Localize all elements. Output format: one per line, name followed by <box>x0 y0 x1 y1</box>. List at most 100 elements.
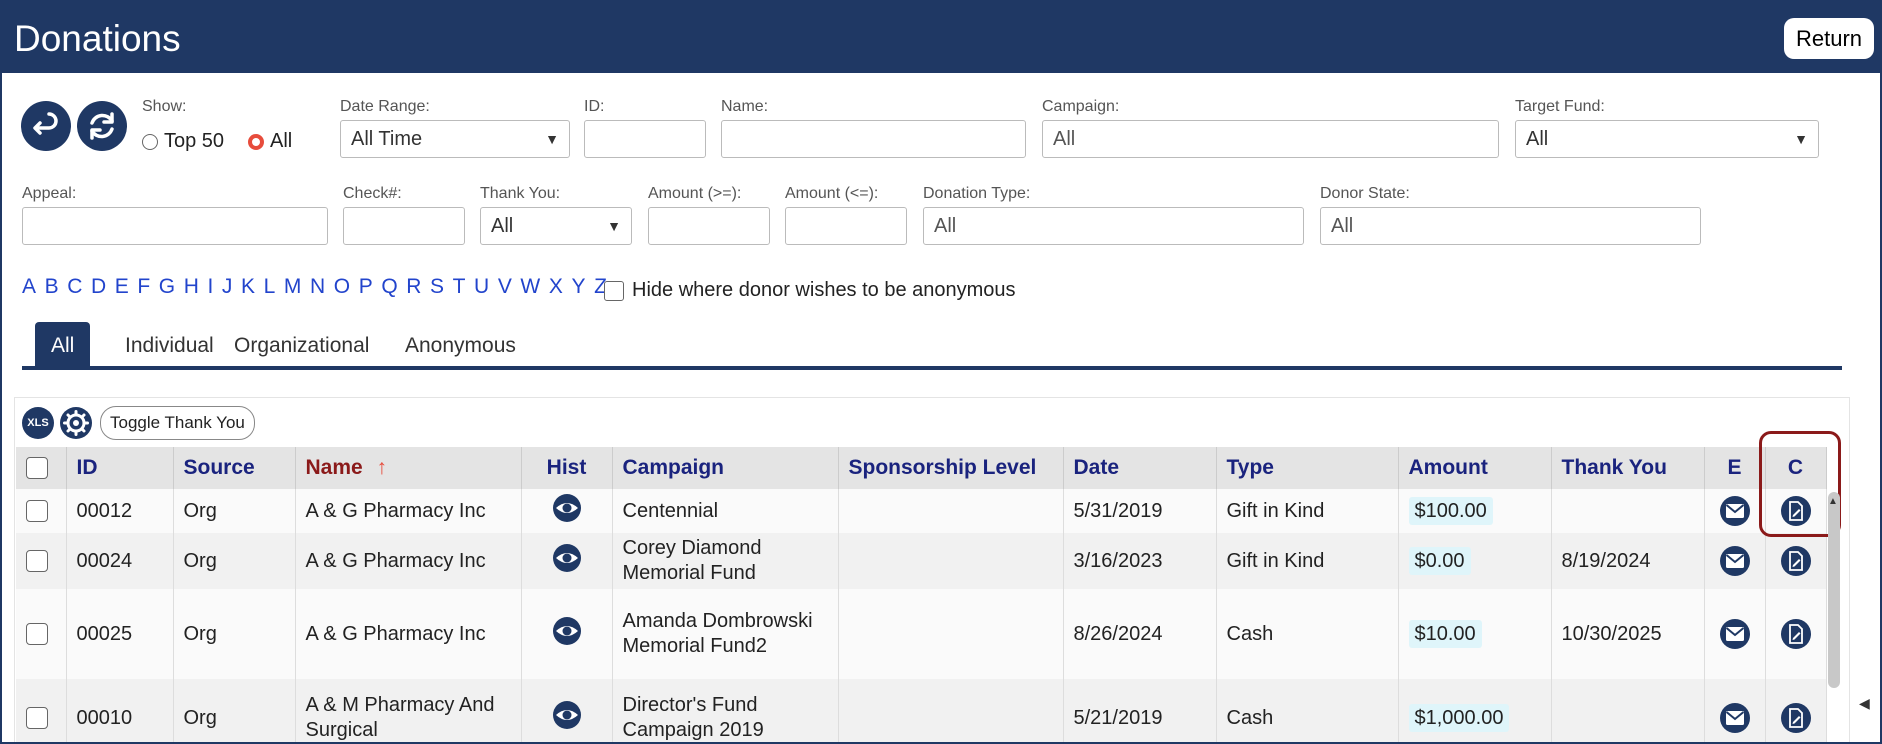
settings-gear-icon[interactable] <box>60 407 92 439</box>
col-sponsorship-level[interactable]: Sponsorship Level <box>838 447 1064 489</box>
col-source[interactable]: Source <box>173 447 296 489</box>
alpha-letter-d[interactable]: D <box>91 275 106 299</box>
alpha-letter-q[interactable]: Q <box>381 275 397 299</box>
row-select-checkbox[interactable] <box>26 500 48 523</box>
cell-campaign: Corey Diamond Memorial Fund <box>612 533 839 589</box>
cell-amount: $1,000.00 <box>1398 679 1552 742</box>
campaign-input[interactable]: All <box>1042 120 1499 158</box>
table-row[interactable]: 00025 Org A & G Pharmacy Inc Amanda Dombrow… <box>16 589 1827 679</box>
alpha-letter-t[interactable]: T <box>453 275 466 299</box>
row-select-checkbox[interactable] <box>26 707 48 730</box>
alpha-letter-w[interactable]: W <box>520 275 540 299</box>
tab-anonymous[interactable]: Anonymous <box>389 322 532 370</box>
select-all-header[interactable] <box>16 447 67 489</box>
appeal-input[interactable] <box>22 207 328 245</box>
alpha-letter-y[interactable]: Y <box>571 275 585 299</box>
show-all-radio[interactable]: All <box>248 130 292 153</box>
donor-state-input[interactable]: All <box>1320 207 1701 245</box>
refresh-button[interactable] <box>77 101 127 151</box>
date-range-value: All Time <box>351 127 423 150</box>
cell-hist[interactable] <box>521 679 613 742</box>
alpha-letter-v[interactable]: V <box>498 275 512 299</box>
scroll-left-arrow-icon[interactable]: ◀ <box>1859 695 1870 712</box>
alpha-letter-h[interactable]: H <box>184 275 199 299</box>
alpha-letter-k[interactable]: K <box>241 275 255 299</box>
col-thank-you[interactable]: Thank You <box>1551 447 1705 489</box>
alpha-letter-g[interactable]: G <box>159 275 175 299</box>
target-fund-label: Target Fund: <box>1515 98 1605 115</box>
thank-you-select[interactable]: All ▼ <box>480 207 632 245</box>
certificate-button[interactable] <box>1780 703 1811 733</box>
col-name[interactable]: Name ↑ <box>295 447 522 489</box>
cell-name[interactable]: A & M Pharmacy And Surgical <box>295 679 522 742</box>
row-select-checkbox[interactable] <box>26 623 48 646</box>
table-row[interactable]: 00010 Org A & M Pharmacy And Surgical Direc… <box>16 679 1827 742</box>
alpha-letter-i[interactable]: I <box>207 275 213 299</box>
date-range-select[interactable]: All Time ▼ <box>340 120 570 158</box>
col-campaign[interactable]: Campaign <box>612 447 839 489</box>
certificate-button[interactable] <box>1780 546 1811 576</box>
donation-type-value: All <box>934 214 957 237</box>
show-all-label: All <box>270 130 293 152</box>
alpha-letter-u[interactable]: U <box>474 275 489 299</box>
cell-sponsorship-level <box>838 489 1064 533</box>
scroll-up-arrow-icon[interactable]: ▲ <box>1828 496 1838 507</box>
email-button[interactable] <box>1719 546 1750 576</box>
vertical-scrollbar[interactable] <box>1828 492 1840 688</box>
email-button[interactable] <box>1719 619 1750 649</box>
alpha-letter-a[interactable]: A <box>22 275 36 299</box>
col-amount[interactable]: Amount <box>1398 447 1552 489</box>
tab-all[interactable]: All <box>35 322 91 370</box>
col-type[interactable]: Type <box>1216 447 1399 489</box>
select-all-checkbox[interactable] <box>26 457 48 480</box>
alpha-letter-j[interactable]: J <box>222 275 233 299</box>
cell-campaign: Director's Fund Campaign 2019 <box>612 679 839 742</box>
alpha-letter-l[interactable]: L <box>264 275 276 299</box>
check-input[interactable] <box>343 207 465 245</box>
col-e[interactable]: E <box>1704 447 1766 489</box>
alpha-letter-e[interactable]: E <box>115 275 129 299</box>
alpha-letter-x[interactable]: X <box>549 275 563 299</box>
donation-type-input[interactable]: All <box>923 207 1304 245</box>
amount-le-input[interactable] <box>785 207 907 245</box>
cell-name[interactable]: A & G Pharmacy Inc <box>295 589 522 679</box>
back-button[interactable] <box>21 101 71 151</box>
amount-ge-input[interactable] <box>648 207 770 245</box>
alpha-letter-f[interactable]: F <box>137 275 150 299</box>
alpha-letter-c[interactable]: C <box>67 275 82 299</box>
cell-name[interactable]: A & G Pharmacy Inc <box>295 533 522 589</box>
email-button[interactable] <box>1719 703 1750 733</box>
cell-name[interactable]: A & G Pharmacy Inc <box>295 489 522 533</box>
col-id[interactable]: ID <box>66 447 174 489</box>
appeal-label: Appeal: <box>22 185 77 202</box>
xls-export-icon[interactable]: XLS <box>22 407 54 439</box>
col-date[interactable]: Date <box>1063 447 1217 489</box>
tab-individual[interactable]: Individual <box>109 322 230 370</box>
show-top50-radio[interactable]: Top 50 <box>142 130 224 153</box>
amount-ge-label: Amount (>=): <box>648 185 742 202</box>
alpha-letter-n[interactable]: N <box>310 275 325 299</box>
toggle-thank-you-button[interactable]: Toggle Thank You <box>100 406 255 440</box>
cell-hist[interactable] <box>521 533 613 589</box>
table-row[interactable]: 00012 Org A & G Pharmacy Inc Centennial 5/31… <box>16 489 1827 533</box>
col-hist[interactable]: Hist <box>521 447 613 489</box>
email-button[interactable] <box>1719 496 1750 526</box>
cell-hist[interactable] <box>521 589 613 679</box>
tab-organizational[interactable]: Organizational <box>218 322 385 370</box>
document-edit-icon <box>1788 551 1803 571</box>
name-input[interactable] <box>721 120 1026 158</box>
hide-anonymous-checkbox[interactable]: Hide where donor wishes to be anonymous <box>604 279 1016 302</box>
alpha-letter-o[interactable]: O <box>334 275 350 299</box>
alpha-letter-m[interactable]: M <box>284 275 302 299</box>
alpha-letter-b[interactable]: B <box>45 275 59 299</box>
alpha-letter-p[interactable]: P <box>359 275 373 299</box>
table-row[interactable]: 00024 Org A & G Pharmacy Inc Corey Diamond … <box>16 533 1827 589</box>
certificate-button[interactable] <box>1780 619 1811 649</box>
return-button[interactable]: Return <box>1784 18 1874 59</box>
target-fund-select[interactable]: All ▼ <box>1515 120 1819 158</box>
alpha-letter-s[interactable]: S <box>430 275 444 299</box>
row-select-checkbox[interactable] <box>26 550 48 573</box>
id-input[interactable] <box>584 120 706 158</box>
cell-hist[interactable] <box>521 489 613 533</box>
alpha-letter-r[interactable]: R <box>406 275 421 299</box>
